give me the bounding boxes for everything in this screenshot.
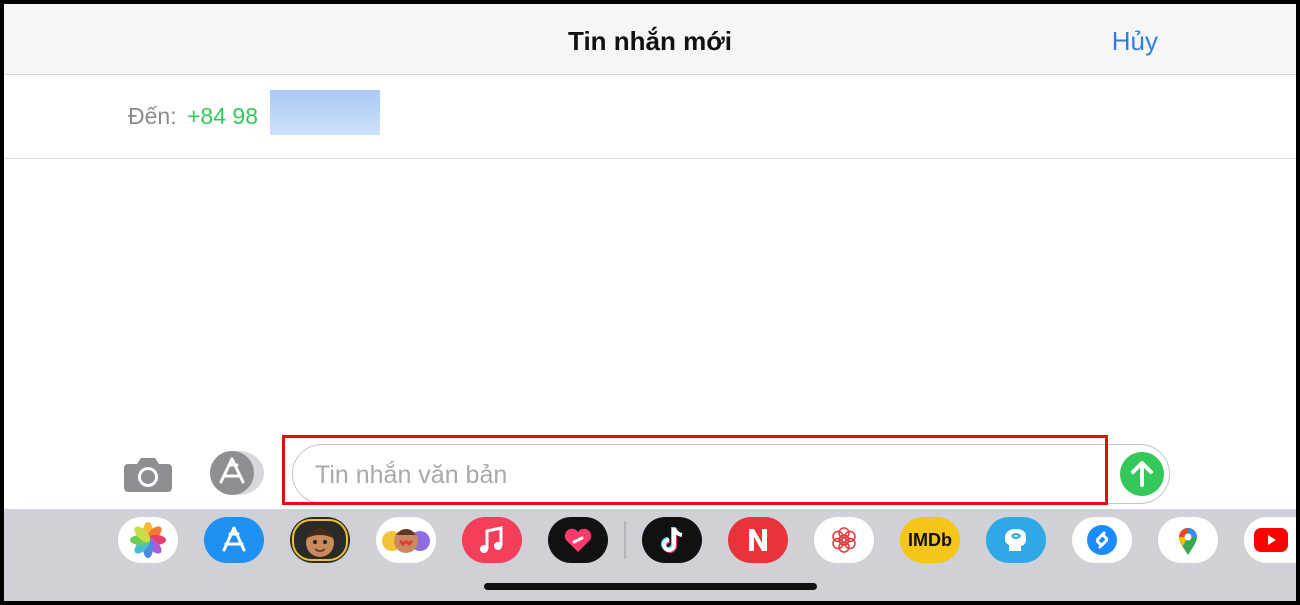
app-music[interactable] [462, 517, 522, 563]
app-imdb[interactable]: IMDb [900, 517, 960, 563]
app-store-icon [210, 451, 264, 495]
to-label: Đến: [128, 103, 177, 129]
navigation-bar: Tin nhắn mới Hủy [4, 4, 1296, 75]
app-memoji[interactable] [290, 517, 350, 563]
camera-button[interactable] [122, 454, 174, 494]
music-note-icon [480, 526, 503, 553]
recipient-row[interactable]: Đến: +84 98 [4, 75, 1296, 159]
page-title: Tin nhắn mới [568, 26, 732, 56]
app-shazam[interactable] [1072, 517, 1132, 563]
send-button[interactable] [1120, 452, 1164, 496]
app-store-drawer-button[interactable] [207, 450, 265, 496]
home-indicator[interactable] [484, 583, 817, 590]
lotus-app-icon [832, 527, 856, 553]
camera-icon [124, 458, 172, 492]
google-maps-icon [1179, 528, 1197, 555]
memoji-icon [292, 519, 348, 561]
tiktok-icon [661, 527, 683, 553]
app-youtube[interactable] [1244, 517, 1296, 563]
app-tiktok[interactable] [642, 517, 702, 563]
youtube-icon [1254, 528, 1288, 552]
message-text-input[interactable] [313, 455, 1097, 495]
messages-screen: Tin nhắn mới Hủy Đến: +84 98 Tin nhắn vă… [4, 4, 1296, 601]
app-animoji-stickers[interactable] [376, 517, 436, 563]
news-icon [749, 529, 767, 551]
arrow-up-icon [1131, 461, 1153, 487]
app-news[interactable] [728, 517, 788, 563]
animoji-stickers-icon [382, 529, 430, 553]
shazam-icon [1087, 525, 1117, 555]
cancel-button[interactable]: Hủy [1112, 26, 1158, 57]
heart-icon [564, 528, 592, 552]
drawer-divider [624, 521, 626, 559]
brain-app-icon [1004, 529, 1027, 551]
app-store-icon [222, 526, 246, 552]
app-digital-touch[interactable] [548, 517, 608, 563]
redacted-area [270, 90, 380, 135]
app-app-store[interactable] [204, 517, 264, 563]
imdb-icon: IMDb [908, 529, 952, 550]
app-lotus[interactable] [814, 517, 874, 563]
recipient-number[interactable]: +84 98 [187, 103, 258, 130]
message-input-field[interactable] [292, 444, 1170, 504]
photos-icon [130, 522, 166, 558]
app-brain[interactable] [986, 517, 1046, 563]
app-photos[interactable] [118, 517, 178, 563]
app-google-maps[interactable] [1158, 517, 1218, 563]
app-drawer: IMDb [4, 509, 1296, 601]
